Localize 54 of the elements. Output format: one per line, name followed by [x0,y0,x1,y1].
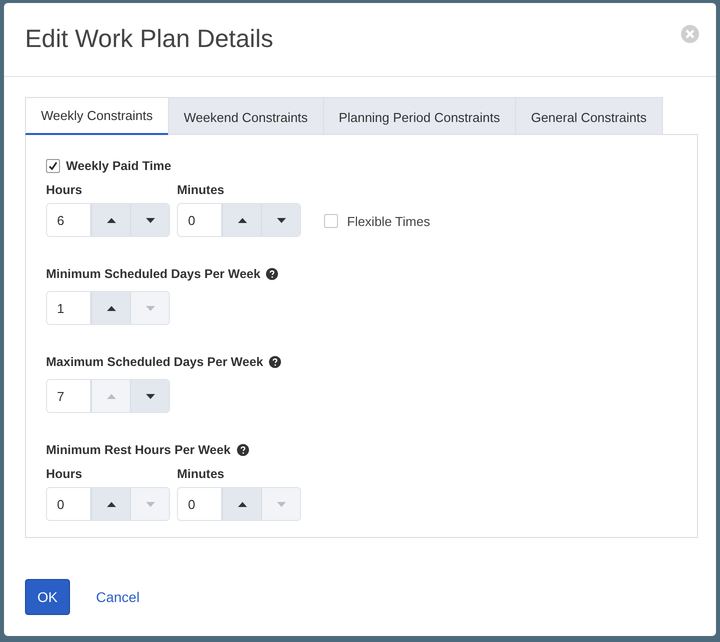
tab[interactable]: General Constraints [514,97,663,135]
number-spinner[interactable]: 6 [46,203,170,237]
checkbox-label: Weekly Paid Time [66,159,172,173]
checkbox-label: Flexible Times [347,214,430,228]
up-arrow-icon [106,394,116,398]
number-field[interactable]: 6 [47,204,91,236]
tab[interactable]: Weekly Constraints [25,97,169,135]
increment-button[interactable] [91,204,130,236]
down-arrow-icon [146,394,154,398]
up-arrow-icon [106,502,116,506]
field-label: Minutes [177,467,226,481]
down-arrow-icon [276,218,286,222]
field-label: Hours [46,467,84,481]
field-label: Hours [46,183,84,197]
section-label: Minimum Scheduled Days Per Week [46,267,260,281]
up-arrow-icon [238,502,246,506]
tab[interactable]: Weekend Constraints [168,97,324,135]
number-field[interactable]: 0 [178,204,222,236]
help-icon[interactable] [266,268,278,280]
number-spinner[interactable]: 0 [46,487,170,521]
cancel-link[interactable]: Cancel [96,589,140,605]
decrement-button[interactable] [130,204,169,236]
decrement-button[interactable] [261,204,300,236]
section-label: Minimum Rest Hours Per Week [46,443,231,457]
increment-button[interactable] [91,292,130,324]
section-label: Maximum Scheduled Days Per Week [46,355,264,369]
checkbox[interactable] [324,214,338,228]
up-arrow-icon [106,218,116,222]
tab[interactable]: Planning Period Constraints [322,97,516,135]
down-arrow-icon [276,502,286,506]
increment-button[interactable] [222,204,261,236]
field-label: Minutes [177,183,226,197]
decrement-button[interactable] [130,380,169,412]
increment-button[interactable] [91,488,130,520]
close-icon[interactable] [680,24,700,44]
number-field[interactable]: 0 [47,488,91,520]
number-field[interactable]: 7 [47,380,91,412]
down-arrow-icon [146,502,154,506]
help-icon[interactable] [236,444,249,456]
number-field[interactable]: 1 [47,292,91,324]
number-spinner[interactable]: 0 [177,203,301,237]
number-spinner[interactable]: 0 [177,487,301,521]
up-arrow-icon [106,306,116,310]
number-field[interactable]: 0 [178,488,222,520]
down-arrow-icon [146,218,154,222]
help-icon[interactable] [269,356,282,368]
checkbox[interactable] [46,159,60,173]
up-arrow-icon [238,218,246,222]
number-spinner[interactable]: 7 [46,379,170,413]
number-spinner[interactable]: 1 [46,291,170,325]
ok-button[interactable]: OK [25,579,70,615]
increment-button[interactable] [222,488,261,520]
down-arrow-icon [146,306,154,310]
dialog-title: Edit Work Plan Details [25,25,274,54]
